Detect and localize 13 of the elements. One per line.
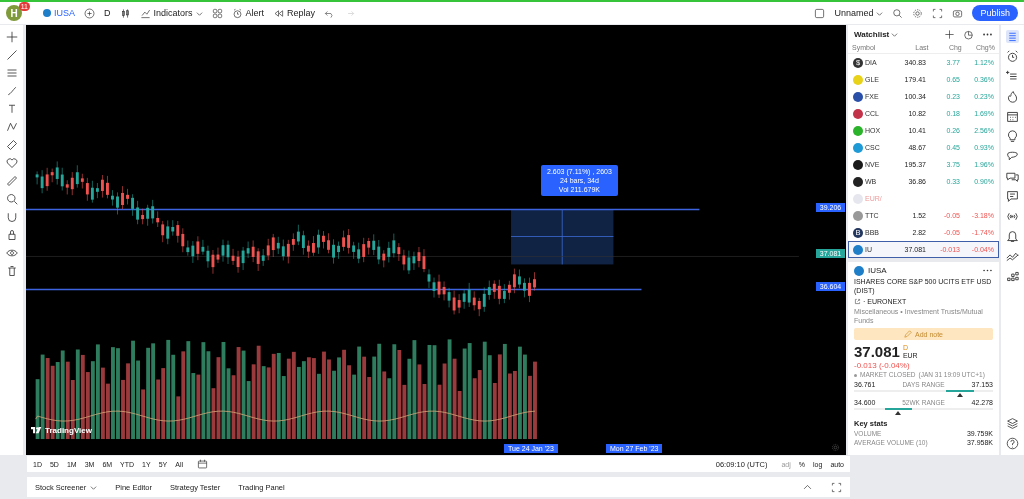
change-text: -0.013 (-0.04%) — [854, 361, 911, 370]
watchlist-title[interactable]: Watchlist — [854, 30, 890, 39]
symbol-button[interactable]: IUSA — [43, 8, 75, 18]
tradingview-logo[interactable]: TradingView — [31, 426, 92, 435]
symbol-text: IUSA — [868, 266, 887, 275]
interval-button[interactable]: D — [104, 8, 111, 18]
layout-name-button[interactable]: Unnamed — [834, 8, 874, 18]
indicators-button[interactable]: Indicators — [139, 7, 193, 19]
logo-text: TradingView — [45, 426, 92, 435]
publish-button[interactable]: Publish — [972, 5, 1018, 21]
alert-button[interactable]: Alert — [231, 7, 265, 19]
replay-button[interactable]: Replay — [273, 7, 316, 19]
price-text: 37.081 — [854, 343, 900, 360]
